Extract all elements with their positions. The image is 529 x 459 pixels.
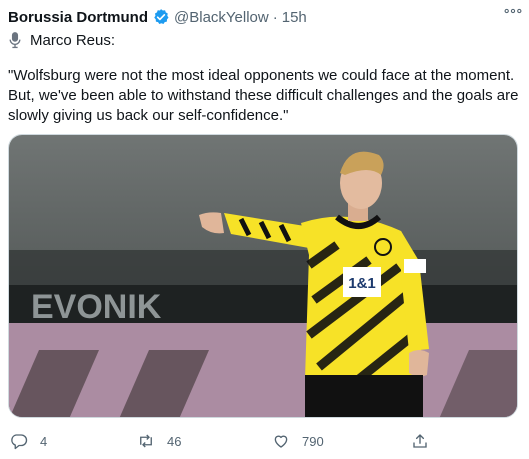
tweet-timestamp[interactable]: 15h bbox=[282, 9, 307, 26]
reply-icon bbox=[11, 434, 28, 450]
player-photo: EVONIK 1&1 bbox=[9, 135, 517, 417]
heart-icon bbox=[274, 435, 288, 448]
header-separator: · bbox=[272, 8, 278, 26]
speaker-label: Marco Reus: bbox=[30, 31, 116, 49]
tweet-actions-bar: 4 46 790 bbox=[0, 428, 529, 454]
like-count: 790 bbox=[302, 433, 324, 449]
microphone-icon bbox=[8, 31, 24, 49]
tweet-photo[interactable]: EVONIK 1&1 bbox=[8, 134, 518, 418]
tweet-text: "Wolfsburg were not the most ideal oppon… bbox=[8, 67, 519, 124]
share-icon bbox=[413, 434, 427, 448]
tweet-header: Borussia Dortmund @BlackYellow · 15h bbox=[8, 6, 521, 28]
sponsor-board-text: EVONIK bbox=[31, 288, 162, 326]
speaker-line: Marco Reus: bbox=[8, 29, 115, 51]
share-button[interactable] bbox=[411, 430, 429, 452]
like-button[interactable]: 790 bbox=[272, 430, 324, 452]
author-display-name[interactable]: Borussia Dortmund bbox=[8, 9, 148, 26]
verified-badge-icon bbox=[152, 8, 170, 26]
reply-button[interactable]: 4 bbox=[10, 430, 47, 452]
retweet-icon bbox=[140, 434, 152, 448]
shirt-sponsor-text: 1&1 bbox=[348, 275, 376, 292]
reply-count: 4 bbox=[40, 433, 48, 449]
more-options-icon[interactable] bbox=[503, 2, 523, 20]
tweet-card[interactable]: Borussia Dortmund @BlackYellow · 15h Mar… bbox=[0, 0, 529, 459]
retweet-button[interactable]: 46 bbox=[137, 430, 181, 452]
author-handle[interactable]: @BlackYellow bbox=[174, 9, 269, 26]
retweet-count: 46 bbox=[167, 433, 182, 449]
